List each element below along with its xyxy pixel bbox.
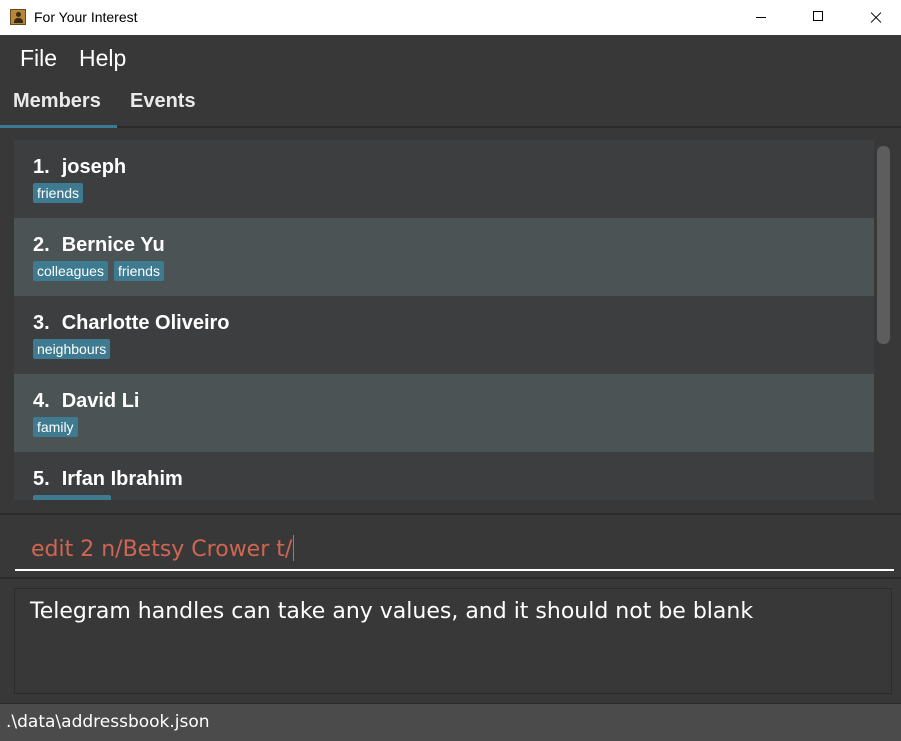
menu-file[interactable]: File [20,45,57,72]
command-input[interactable]: edit 2 n/Betsy Crower t/ [31,535,295,562]
member-card[interactable]: 5. Irfan Ibrahim classmates [14,452,874,500]
tab-members-label: Members [13,90,101,112]
member-card[interactable]: 1. joseph friends [14,140,874,218]
tag-list: neighbours [33,339,116,361]
member-card[interactable]: 4. David Li family [14,374,874,452]
member-name: 2. Bernice Yu [33,234,165,257]
member-name-text: Irfan Ibrahim [61,468,183,490]
result-display: Telegram handles can take any values, an… [14,588,892,694]
member-name: 3. Charlotte Oliveiro [33,312,230,335]
member-name-text: Bernice Yu [61,234,165,256]
close-icon[interactable] [853,0,899,35]
tag-list: colleagues friends [33,261,170,283]
scrollbar-thumb[interactable] [877,146,890,344]
member-index: 1. [33,156,50,178]
tag-list: friends [33,183,89,205]
minimize-icon[interactable] [738,0,784,35]
window-titlebar: For Your Interest [0,0,901,35]
status-file-path: .\data\addressbook.json [6,712,210,732]
member-card[interactable]: 3. Charlotte Oliveiro neighbours [14,296,874,374]
menu-help[interactable]: Help [79,45,126,72]
command-underline [15,569,894,571]
tag-badge: neighbours [33,339,111,359]
tag-badge: friends [113,261,164,281]
member-name: 1. joseph [33,156,126,179]
maximize-icon[interactable] [795,0,841,35]
window-title: For Your Interest [34,9,138,25]
command-input-value: edit 2 n/Betsy Crower t/ [31,537,293,562]
text-caret [293,535,295,561]
member-name: 4. David Li [33,390,139,413]
member-index: 2. [33,234,50,256]
tab-members[interactable]: Members [0,90,117,129]
tag-badge: classmates [33,495,112,500]
member-index: 3. [33,312,50,334]
member-name-text: Charlotte Oliveiro [61,312,230,334]
menu-bar: File Help [0,35,901,80]
tag-badge: friends [33,183,84,203]
tab-bar: Members Events [0,80,901,129]
member-index: 5. [33,468,50,490]
tag-list: classmates [33,495,117,500]
result-message: Telegram handles can take any values, an… [30,599,754,624]
member-index: 4. [33,390,50,412]
member-name-text: joseph [61,156,127,178]
tag-list: family [33,417,84,439]
member-name: 5. Irfan Ibrahim [33,468,183,491]
tab-events[interactable]: Events [130,90,196,113]
member-list[interactable]: 1. joseph friends 2. Bernice Yu colleagues… [14,140,874,500]
command-box: edit 2 n/Betsy Crower t/ [0,515,901,579]
member-card[interactable]: 2. Bernice Yu colleagues friends [14,218,874,296]
address-book-icon [10,9,26,25]
member-list-panel: 1. joseph friends 2. Bernice Yu colleagues… [0,128,901,515]
member-name-text: David Li [61,390,140,412]
tag-badge: colleagues [33,261,108,281]
tag-badge: family [33,417,78,437]
status-bar: .\data\addressbook.json [0,703,901,741]
